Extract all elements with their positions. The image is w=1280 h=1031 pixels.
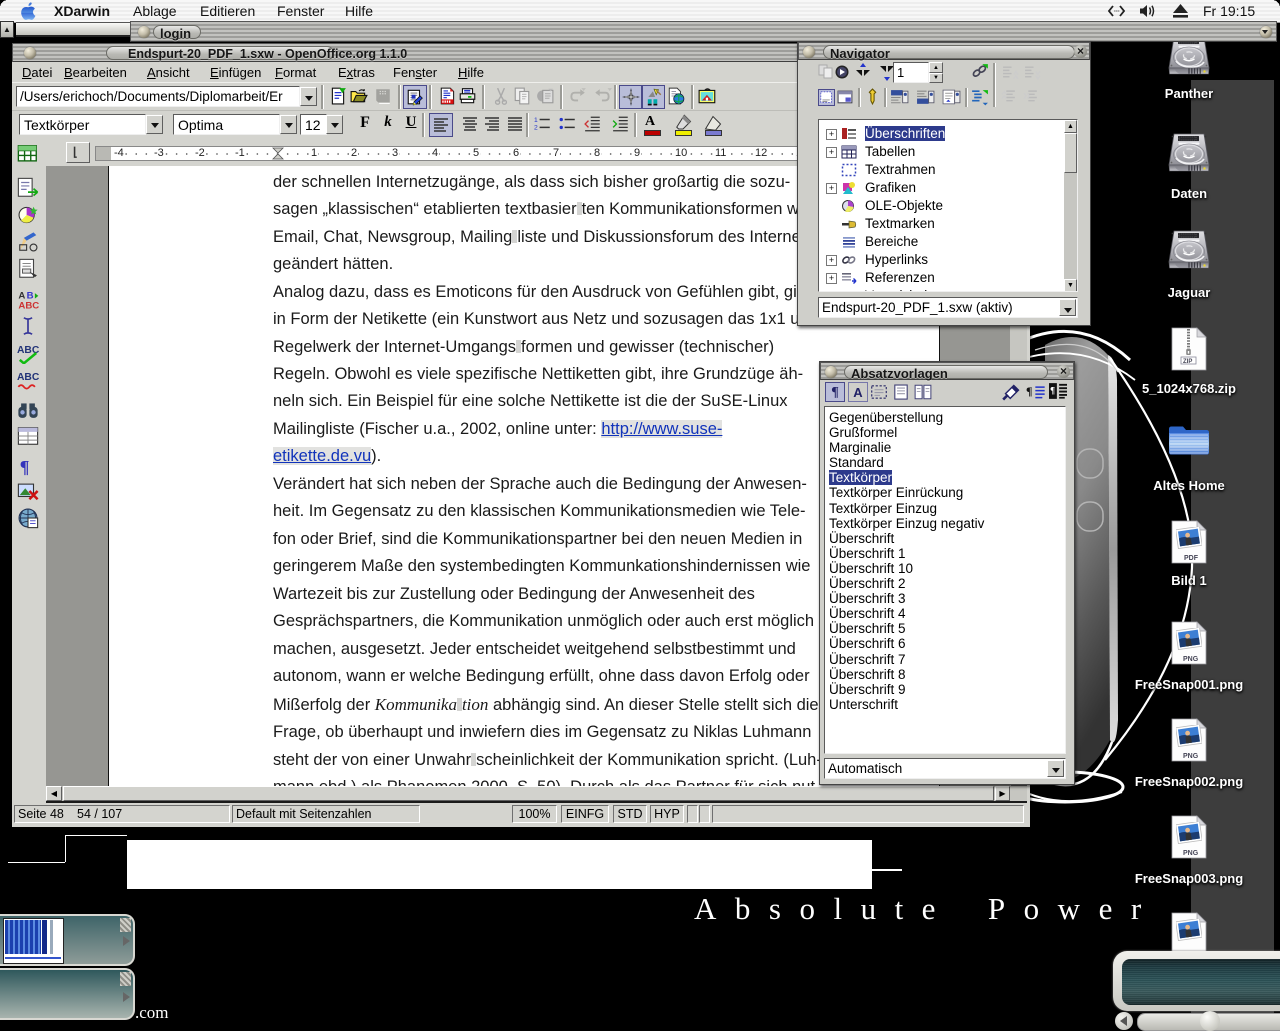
svg-text:PNG: PNG xyxy=(1183,753,1199,760)
svg-text:¶: ¶ xyxy=(1050,385,1055,395)
svg-text:PNG: PNG xyxy=(1183,850,1199,857)
svg-text:2: 2 xyxy=(534,125,538,132)
svg-text:¶: ¶ xyxy=(20,457,30,477)
svg-text:PDF: PDF xyxy=(1184,555,1199,562)
svg-text:ABC: ABC xyxy=(18,300,39,311)
svg-text:1: 1 xyxy=(534,117,538,124)
svg-text:ABC: ABC xyxy=(17,372,39,383)
svg-text:PNG: PNG xyxy=(1183,656,1199,663)
